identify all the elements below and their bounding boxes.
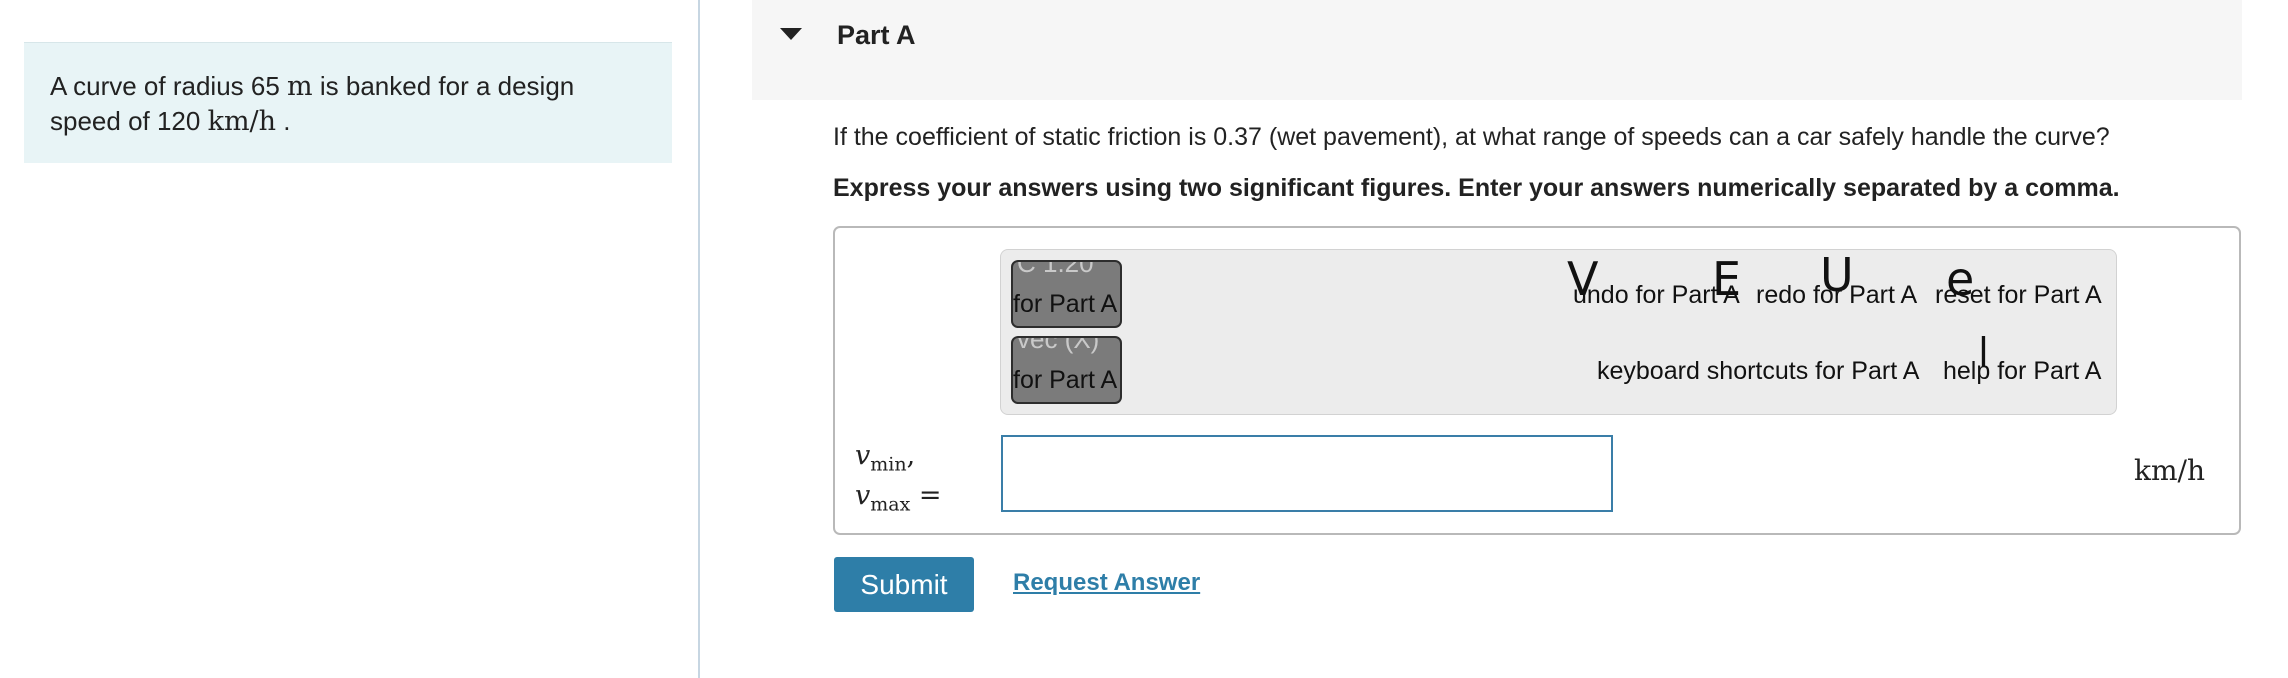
var-vmin-sub: min — [870, 453, 907, 476]
vector-button[interactable]: vec (X) for Part A — [1011, 336, 1122, 404]
radius-unit: m — [287, 71, 313, 102]
equals-sign: = — [918, 480, 942, 512]
instructions-text: Express your answers using two significa… — [833, 174, 2120, 202]
answer-variables-label: vmin, vmax = — [855, 440, 942, 521]
refresh-icon: U — [1820, 248, 1854, 302]
vector-button-label: for Part A — [1013, 366, 1118, 394]
vector-icon: vec (X) — [1017, 336, 1100, 354]
question-text: If the coefficient of static friction is… — [833, 123, 2110, 151]
redo-icon: E — [1712, 252, 1742, 306]
problem-text-end: . — [276, 106, 291, 136]
speed-unit: km/h — [207, 106, 277, 137]
answer-unit: km/h — [2134, 454, 2205, 487]
templates-icon: C 1.20 — [1017, 260, 1094, 278]
part-title: Part A — [837, 20, 916, 50]
var-separator: , — [906, 440, 916, 471]
var-vmin: v — [855, 440, 871, 471]
request-answer-link[interactable]: Request Answer — [1013, 569, 1200, 597]
help-button[interactable]: help for Part A — [1943, 357, 2101, 386]
templates-button[interactable]: C 1.20 for Part A — [1011, 260, 1122, 328]
collapse-caret-icon[interactable] — [780, 28, 802, 40]
templates-button-label: for Part A — [1013, 290, 1118, 318]
submit-button[interactable]: Submit — [834, 557, 974, 612]
var-vmax-sub: max — [870, 493, 911, 516]
reset-button[interactable]: reset for Part A — [1935, 281, 2102, 310]
part-header[interactable]: Part A — [752, 0, 2242, 100]
problem-text-start: A curve of radius 65 — [50, 71, 288, 101]
panel-divider — [698, 0, 700, 678]
answer-input[interactable] — [1001, 435, 1613, 512]
keyboard-shortcuts-button[interactable]: keyboard shortcuts for Part A — [1597, 357, 1919, 386]
problem-statement: A curve of radius 65 m is banked for a d… — [24, 42, 672, 163]
problem-panel: A curve of radius 65 m is banked for a d… — [0, 0, 698, 678]
var-vmax: v — [855, 480, 871, 512]
